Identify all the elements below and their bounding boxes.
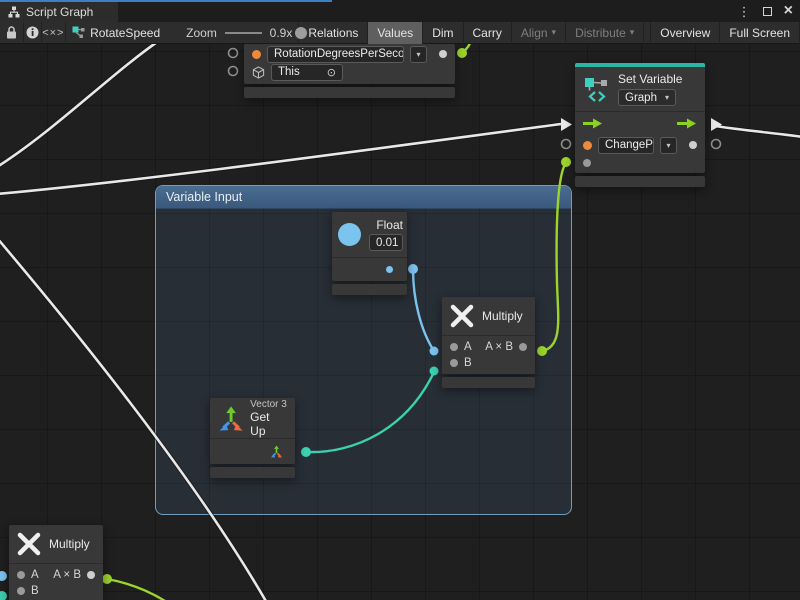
node-multiply[interactable]: Multiply A A × B B	[442, 297, 535, 388]
green-wire-multiply-to-set-variable	[542, 163, 566, 351]
multiply-x-icon	[450, 304, 474, 328]
node-get-up[interactable]: Vector 3 Get Up	[210, 398, 295, 478]
gameobject-cube-icon	[252, 66, 265, 79]
variable-name-dropdown[interactable]: RotationDegreesPerSecond	[267, 46, 404, 63]
graph-toolbar: <×> RotateSpeed Zoom 0.9x Relations Valu…	[0, 22, 800, 44]
align-caret-icon: ▾	[552, 27, 557, 38]
node-multiply-bottom[interactable]: Multiply A A × B B	[9, 525, 103, 600]
zoom-slider-handle[interactable]	[295, 27, 307, 39]
node-footer	[575, 176, 705, 187]
float-type-icon	[338, 223, 361, 246]
variable-kind-dropdown[interactable]: Graph ▾	[618, 89, 676, 106]
zoom-slider[interactable]	[225, 32, 262, 34]
node-get-variable[interactable]: RotationDegreesPerSecond ▾ This ⊙	[244, 44, 455, 98]
flow-in-arrow-icon[interactable]	[583, 118, 603, 129]
flow-in-triangle[interactable]	[561, 118, 572, 131]
toolbar-button-distribute[interactable]: Distribute ▾	[566, 22, 644, 44]
tab-script-graph[interactable]: Script Graph	[0, 2, 118, 22]
toolbar-button-dim[interactable]: Dim	[423, 22, 463, 44]
target-object-field[interactable]: This ⊙	[271, 64, 343, 81]
tab-title: Script Graph	[26, 5, 93, 19]
target-object-value: This	[278, 66, 300, 78]
window-close-icon[interactable]: ×	[784, 3, 793, 19]
toolbar-button-overview[interactable]: Overview	[650, 22, 720, 44]
toolbar-button-values[interactable]: Values	[368, 22, 423, 44]
float-output-port[interactable]	[386, 266, 393, 273]
breadcrumb-graph-name: RotateSpeed	[90, 26, 160, 40]
multiply-title: Multiply	[482, 309, 523, 323]
kind-caret-icon: ▾	[665, 93, 669, 102]
lock-icon	[6, 26, 17, 39]
object-picker-icon[interactable]: ⊙	[327, 66, 336, 79]
flow-wire-out-right	[715, 126, 800, 137]
set-variable-title: Set Variable	[618, 72, 682, 86]
multiply-b-port[interactable]	[450, 359, 458, 367]
node-float-literal[interactable]: Float 0.01	[332, 212, 407, 295]
blue-wire-float-to-multiply-a	[413, 269, 434, 351]
float-value-field[interactable]: 0.01	[369, 234, 403, 251]
script-graph-window: Variable Input	[0, 0, 800, 600]
multiply-title: Multiply	[49, 537, 90, 551]
multiply-a-port[interactable]	[17, 571, 25, 579]
flow-wire-in-left-top	[0, 40, 160, 167]
set-variable-caret-icon[interactable]: ▾	[660, 137, 677, 154]
toolbar-button-align[interactable]: Align ▾	[512, 22, 566, 44]
multiply-b-port[interactable]	[17, 587, 25, 595]
node-footer	[244, 87, 455, 98]
window-maximize-icon[interactable]	[763, 7, 772, 16]
inspect-button[interactable]	[24, 22, 41, 44]
graph-asset-icon	[72, 26, 85, 39]
graph-hierarchy-icon	[8, 6, 20, 18]
flow-out-arrow-icon[interactable]	[677, 118, 697, 129]
toolbar-button-relations[interactable]: Relations	[298, 22, 368, 44]
variable-port-icon[interactable]	[583, 141, 592, 150]
variable-port-icon[interactable]	[252, 50, 261, 59]
multiply-output-label: A × B	[485, 341, 513, 353]
set-variable-icon	[583, 76, 610, 103]
float-value: 0.01	[376, 237, 398, 249]
variable-name-value: RotationDegreesPerSecond	[274, 48, 404, 60]
toolbar-button-carry[interactable]: Carry	[464, 22, 512, 44]
title-bar: Script Graph ⋮ ×	[0, 0, 800, 22]
node-footer	[442, 377, 535, 388]
node-footer	[332, 284, 407, 295]
code-view-button[interactable]: <×>	[42, 22, 66, 44]
toolbar-button-fullscreen[interactable]: Full Screen	[720, 22, 800, 44]
multiply-a-label: A	[464, 341, 472, 353]
multiply-b-label: B	[464, 357, 472, 369]
info-icon	[26, 26, 39, 39]
vector3-output-port-icon[interactable]	[270, 445, 283, 458]
teal-wire-getup-to-multiply-b	[306, 372, 434, 452]
set-variable-header[interactable]: Set Variable Graph ▾	[575, 67, 705, 112]
multiply-a-port[interactable]	[450, 343, 458, 351]
set-variable-name-value: ChangePos	[605, 139, 654, 151]
get-up-type-label: Vector 3	[250, 399, 287, 410]
variable-dropdown-caret-icon[interactable]: ▾	[410, 46, 427, 63]
variable-kind-value: Graph	[625, 92, 657, 104]
multiply-output-port[interactable]	[519, 343, 527, 351]
multiply-b-label: B	[31, 585, 39, 597]
lock-button[interactable]	[0, 22, 24, 44]
new-value-input-port[interactable]	[583, 159, 591, 167]
distribute-caret-icon: ▾	[630, 27, 635, 38]
set-variable-output-port[interactable]	[689, 141, 697, 149]
multiply-output-label: A × B	[53, 569, 81, 581]
get-up-title: Get Up	[250, 410, 287, 438]
value-output-port[interactable]	[439, 50, 447, 58]
set-variable-name-dropdown[interactable]: ChangePos	[598, 137, 654, 154]
green-wire-bottom-multiply-out	[107, 579, 165, 600]
zoom-value: 0.9x	[270, 26, 293, 40]
zoom-label: Zoom	[186, 26, 217, 40]
multiply-output-port[interactable]	[87, 571, 95, 579]
graph-breadcrumb[interactable]: RotateSpeed	[72, 26, 160, 40]
code-brackets-icon: <×>	[42, 27, 64, 39]
window-menu-icon[interactable]: ⋮	[738, 5, 751, 18]
node-footer	[210, 467, 295, 478]
float-title: Float	[369, 218, 403, 232]
multiply-x-icon	[17, 532, 41, 556]
vector3-axes-icon	[218, 405, 244, 432]
node-set-variable[interactable]: Set Variable Graph ▾	[575, 63, 705, 187]
multiply-a-label: A	[31, 569, 39, 581]
